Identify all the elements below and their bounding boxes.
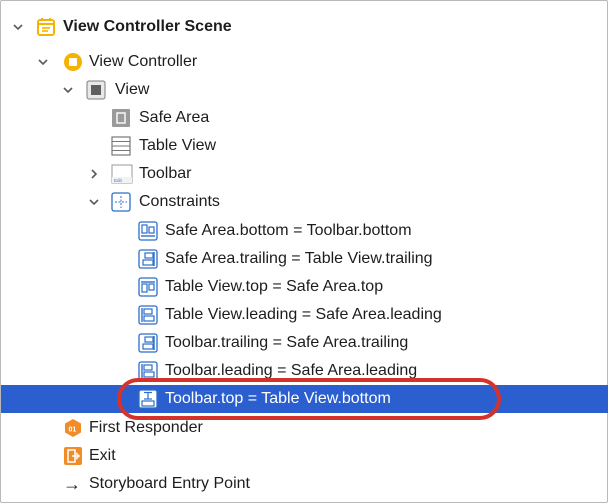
outline-row-constraints[interactable]: Constraints xyxy=(1,188,608,216)
outline-row-exit[interactable]: Exit xyxy=(1,442,608,470)
constraint-label: Toolbar.leading = Safe Area.leading xyxy=(165,362,418,379)
constraint-label: Safe Area.trailing = Table View.trailing xyxy=(165,250,433,267)
constraint-vertical-spacing-icon xyxy=(138,389,158,409)
view-icon xyxy=(86,80,106,100)
outline-row-view[interactable]: View xyxy=(1,76,608,104)
first-responder-label: First Responder xyxy=(89,419,203,436)
chevron-down-icon[interactable] xyxy=(87,195,101,209)
view-controller-icon xyxy=(63,52,83,72)
constraint-leading-icon xyxy=(138,361,158,381)
toolbar-icon: Edit xyxy=(111,164,133,184)
outline-row-safe-area[interactable]: Safe Area xyxy=(1,104,608,132)
constraint-bottom-icon xyxy=(138,221,158,241)
toolbar-label: Toolbar xyxy=(139,165,192,182)
chevron-right-icon[interactable] xyxy=(87,167,101,181)
view-label: View xyxy=(115,81,150,98)
first-responder-icon: 01 xyxy=(63,418,83,438)
outline-row-view-controller[interactable]: View Controller xyxy=(1,48,608,76)
constraint-label: Table View.leading = Safe Area.leading xyxy=(165,306,442,323)
chevron-down-icon[interactable] xyxy=(11,20,25,34)
constraints-icon xyxy=(111,192,131,212)
exit-icon xyxy=(63,446,83,466)
outline-row-entry-point[interactable]: → Storyboard Entry Point xyxy=(1,470,608,498)
constraint-item[interactable]: Safe Area.trailing = Table View.trailing xyxy=(1,245,608,273)
constraint-top-icon xyxy=(138,277,158,297)
constraint-item-selected[interactable]: Toolbar.top = Table View.bottom xyxy=(1,385,608,413)
document-outline: View Controller Scene View Controller Vi… xyxy=(0,0,608,503)
constraint-trailing-icon xyxy=(138,333,158,353)
arrow-right-icon: → xyxy=(63,474,81,494)
first-responder-icon-text: 01 xyxy=(69,427,77,434)
outline-row-toolbar[interactable]: Edit Toolbar xyxy=(1,160,608,188)
safe-area-label: Safe Area xyxy=(139,109,210,126)
table-view-label: Table View xyxy=(139,137,217,154)
constraint-trailing-icon xyxy=(138,249,158,269)
scene-icon xyxy=(36,17,56,37)
entry-point-label: Storyboard Entry Point xyxy=(89,475,250,492)
outline-row-first-responder[interactable]: 01 First Responder xyxy=(1,414,608,442)
constraint-item[interactable]: Toolbar.trailing = Safe Area.trailing xyxy=(1,329,608,357)
constraint-item[interactable]: Table View.leading = Safe Area.leading xyxy=(1,301,608,329)
constraint-item[interactable]: Safe Area.bottom = Toolbar.bottom xyxy=(1,217,608,245)
constraint-item[interactable]: Table View.top = Safe Area.top xyxy=(1,273,608,301)
table-view-icon xyxy=(111,136,131,156)
constraints-label: Constraints xyxy=(139,193,220,210)
outline-row-table-view[interactable]: Table View xyxy=(1,132,608,160)
constraint-label: Toolbar.top = Table View.bottom xyxy=(165,390,391,407)
view-controller-label: View Controller xyxy=(89,53,198,70)
chevron-down-icon[interactable] xyxy=(36,55,50,69)
outline-row-scene[interactable]: View Controller Scene xyxy=(1,13,608,41)
chevron-down-icon[interactable] xyxy=(61,83,75,97)
constraint-item[interactable]: Toolbar.leading = Safe Area.leading xyxy=(1,357,608,385)
toolbar-icon-text: Edit xyxy=(114,178,123,183)
constraint-leading-icon xyxy=(138,305,158,325)
scene-label: View Controller Scene xyxy=(63,18,232,35)
constraint-label: Safe Area.bottom = Toolbar.bottom xyxy=(165,222,412,239)
constraint-label: Table View.top = Safe Area.top xyxy=(165,278,384,295)
constraint-label: Toolbar.trailing = Safe Area.trailing xyxy=(165,334,409,351)
exit-label: Exit xyxy=(89,447,116,464)
safe-area-icon xyxy=(111,108,131,128)
